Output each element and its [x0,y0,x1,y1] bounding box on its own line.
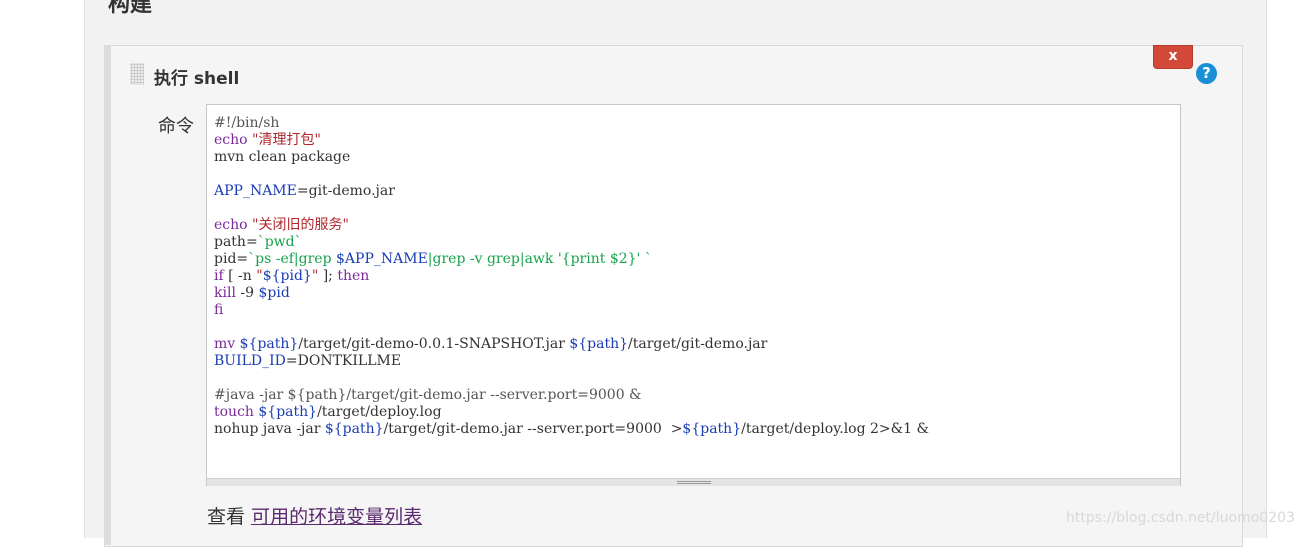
env-vars-prefix: 查看 [207,506,246,528]
env-vars-line: 查看 可用的环境变量列表 [207,502,422,529]
command-editor[interactable]: #!/bin/sh echo "清理打包" mvn clean package … [206,104,1181,486]
command-label: 命令 [158,116,194,137]
editor-resize-handle[interactable] [207,478,1180,486]
watermark: https://blog.csdn.net/luomo0203 [1066,510,1295,526]
env-vars-link[interactable]: 可用的环境变量列表 [251,506,422,528]
delete-step-button[interactable]: x [1153,45,1193,69]
build-step-left-bar [104,45,111,545]
section-title: 构建 [108,0,153,17]
build-step-title: 执行 shell [154,69,240,89]
drag-handle-icon[interactable] [130,63,144,85]
command-code[interactable]: #!/bin/sh echo "清理打包" mvn clean package … [214,115,929,438]
help-icon[interactable]: ? [1196,63,1217,84]
